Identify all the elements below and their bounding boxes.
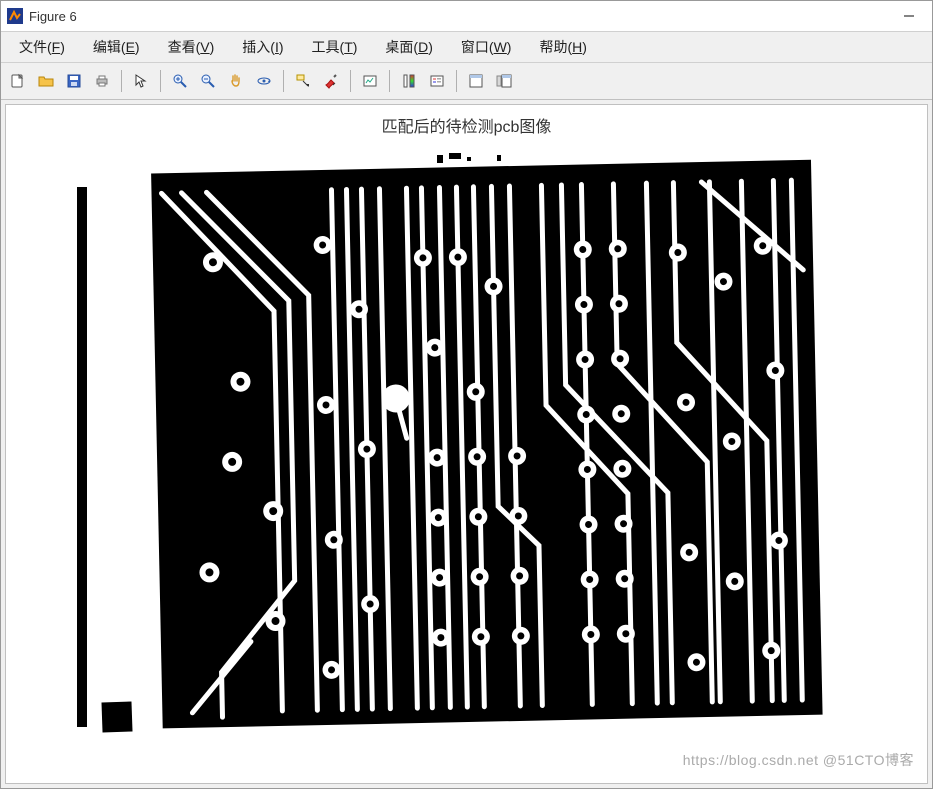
toolbar-separator <box>350 70 351 92</box>
brush-button[interactable] <box>318 68 344 94</box>
window-controls <box>886 1 932 31</box>
link-plot-button[interactable] <box>357 68 383 94</box>
pcb-image[interactable] <box>67 147 867 757</box>
hide-plot-tools-button[interactable] <box>463 68 489 94</box>
axes-container: 匹配后的待检测pcb图像 <box>5 104 928 784</box>
print-figure-button[interactable] <box>89 68 115 94</box>
menu-window[interactable]: 窗口(W) <box>447 33 526 61</box>
menu-help[interactable]: 帮助(H) <box>525 33 600 61</box>
menu-file[interactable]: 文件(F) <box>5 33 79 61</box>
open-file-button[interactable] <box>33 68 59 94</box>
show-plot-tools-button[interactable] <box>491 68 517 94</box>
menu-tools[interactable]: 工具(T) <box>298 33 372 61</box>
insert-legend-button[interactable] <box>424 68 450 94</box>
matlab-figure-icon <box>7 8 23 24</box>
insert-colorbar-button[interactable] <box>396 68 422 94</box>
rotate-3d-button[interactable] <box>251 68 277 94</box>
new-figure-button[interactable] <box>5 68 31 94</box>
toolbar-separator <box>389 70 390 92</box>
menu-insert[interactable]: 插入(I) <box>228 33 297 61</box>
toolbar-separator <box>121 70 122 92</box>
edit-plot-arrow-button[interactable] <box>128 68 154 94</box>
titlebar: Figure 6 <box>1 1 932 32</box>
figure-canvas-area: 匹配后的待检测pcb图像 <box>1 100 932 788</box>
zoom-out-button[interactable] <box>195 68 221 94</box>
axes-title: 匹配后的待检测pcb图像 <box>382 113 552 137</box>
toolbar-separator <box>283 70 284 92</box>
minimize-button[interactable] <box>886 1 932 31</box>
menu-view[interactable]: 查看(V) <box>154 33 229 61</box>
window-title: Figure 6 <box>29 9 77 24</box>
save-figure-button[interactable] <box>61 68 87 94</box>
menubar: 文件(F) 编辑(E) 查看(V) 插入(I) 工具(T) 桌面(D) 窗口(W… <box>1 32 932 63</box>
menu-desktop[interactable]: 桌面(D) <box>371 33 446 61</box>
figure-window: Figure 6 文件(F) 编辑(E) 查看(V) 插入(I) 工具(T) 桌… <box>0 0 933 789</box>
data-cursor-button[interactable] <box>290 68 316 94</box>
toolbar-separator <box>456 70 457 92</box>
toolbar-separator <box>160 70 161 92</box>
toolbar <box>1 63 932 100</box>
zoom-in-button[interactable] <box>167 68 193 94</box>
pan-button[interactable] <box>223 68 249 94</box>
menu-edit[interactable]: 编辑(E) <box>79 33 154 61</box>
